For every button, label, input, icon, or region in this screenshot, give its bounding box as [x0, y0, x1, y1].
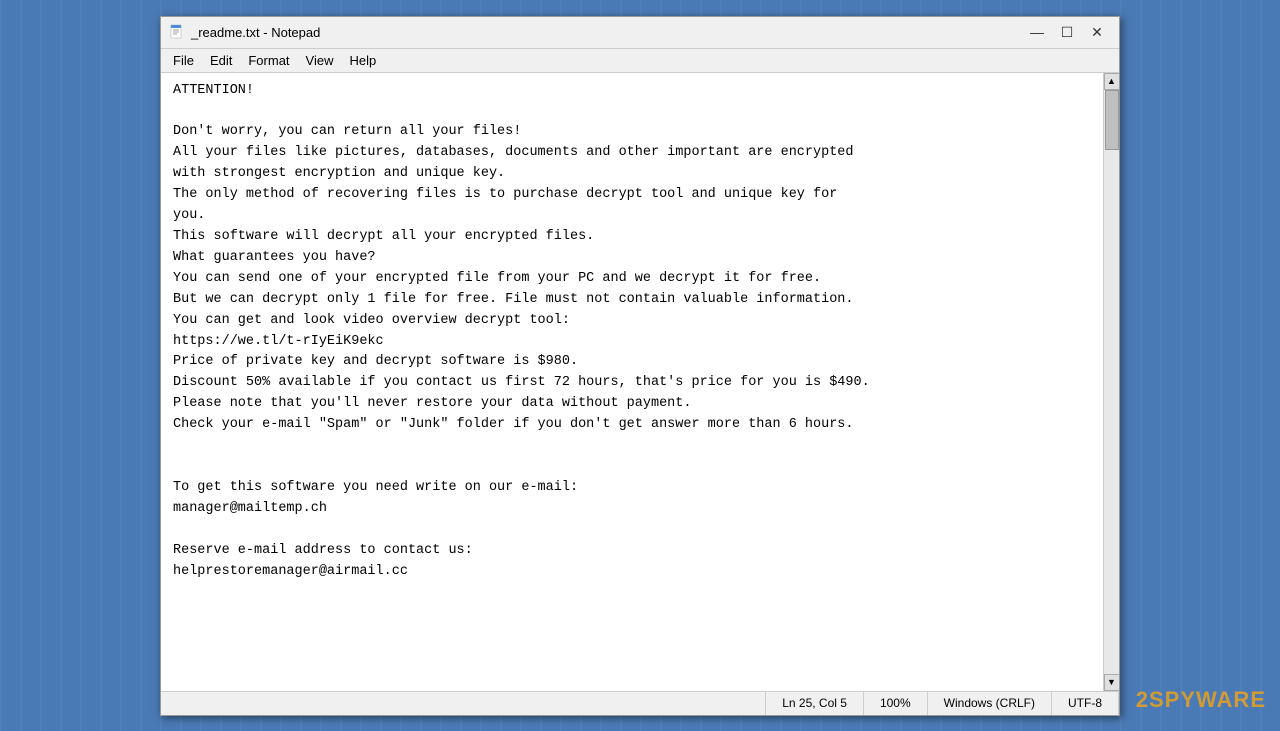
editor-container: ▲ ▼: [161, 73, 1119, 691]
scrollbar-down-arrow[interactable]: ▼: [1104, 674, 1120, 691]
scrollbar-track[interactable]: [1104, 90, 1119, 674]
title-bar: _readme.txt - Notepad — ☐ ✕: [161, 17, 1119, 49]
maximize-button[interactable]: ☐: [1053, 20, 1081, 44]
watermark-highlight: SPYWARE: [1149, 687, 1266, 712]
menu-bar: File Edit Format View Help: [161, 49, 1119, 73]
window-controls: — ☐ ✕: [1023, 20, 1111, 44]
scrollbar-thumb[interactable]: [1105, 90, 1119, 150]
watermark-prefix: 2: [1136, 687, 1149, 712]
status-line-ending: Windows (CRLF): [928, 692, 1052, 715]
menu-help[interactable]: Help: [341, 51, 384, 70]
status-encoding: UTF-8: [1052, 692, 1119, 715]
status-empty: [161, 692, 766, 715]
status-position: Ln 25, Col 5: [766, 692, 864, 715]
close-button[interactable]: ✕: [1083, 20, 1111, 44]
status-zoom: 100%: [864, 692, 928, 715]
menu-format[interactable]: Format: [240, 51, 297, 70]
minimize-button[interactable]: —: [1023, 20, 1051, 44]
editor-textarea[interactable]: [161, 73, 1103, 691]
status-bar: Ln 25, Col 5 100% Windows (CRLF) UTF-8: [161, 691, 1119, 715]
menu-file[interactable]: File: [165, 51, 202, 70]
notepad-window: _readme.txt - Notepad — ☐ ✕ File Edit Fo…: [160, 16, 1120, 716]
menu-edit[interactable]: Edit: [202, 51, 240, 70]
window-title: _readme.txt - Notepad: [191, 25, 1023, 40]
notepad-icon: [169, 24, 185, 40]
menu-view[interactable]: View: [298, 51, 342, 70]
watermark: 2SPYWARE: [1136, 687, 1266, 713]
scrollbar-up-arrow[interactable]: ▲: [1104, 73, 1120, 90]
vertical-scrollbar[interactable]: ▲ ▼: [1103, 73, 1119, 691]
